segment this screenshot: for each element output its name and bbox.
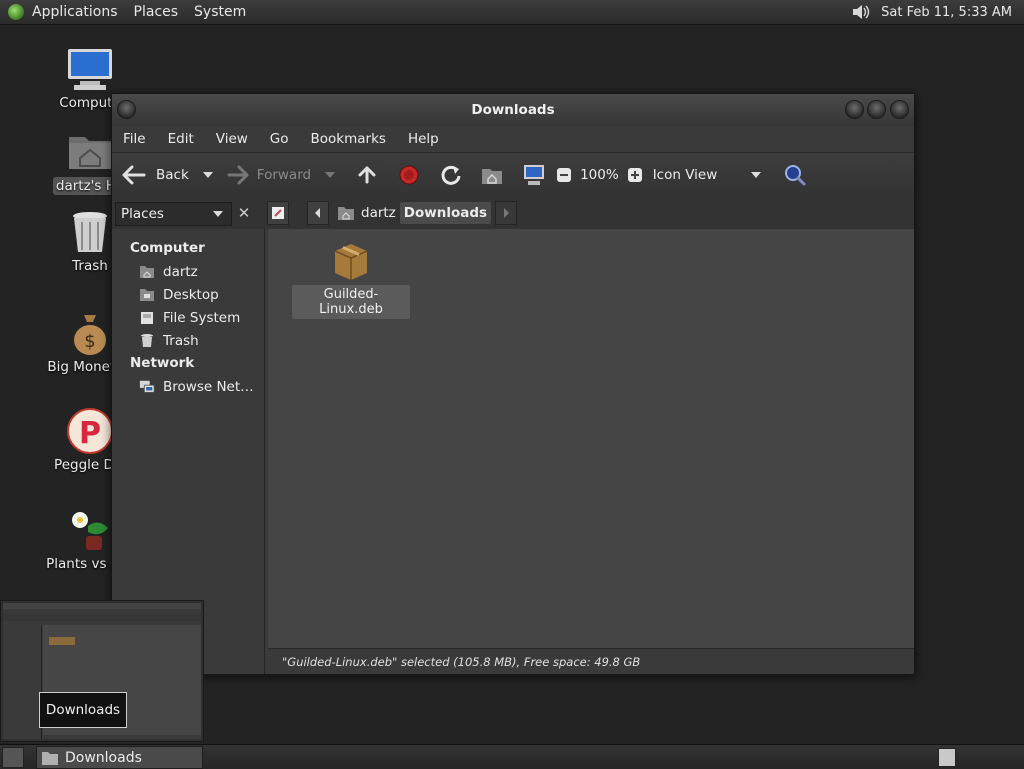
breadcrumb-label: dartz xyxy=(361,205,396,221)
sidebar-item-label: Trash xyxy=(163,332,199,349)
sidebar-heading-computer: Computer xyxy=(130,240,205,256)
top-menu: Applications Places System xyxy=(24,4,254,20)
desktop-folder-icon xyxy=(139,287,155,303)
sidebar-item-browse-network[interactable]: Browse Net… xyxy=(112,375,264,398)
breadcrumb-scroll-right[interactable] xyxy=(495,201,518,225)
up-arrow-icon[interactable] xyxy=(357,164,377,186)
close-sidebar-icon[interactable]: ✕ xyxy=(234,203,254,223)
breadcrumb-dartz[interactable]: dartz xyxy=(333,202,400,224)
home-icon[interactable] xyxy=(481,165,503,185)
zoom-out-icon[interactable] xyxy=(556,167,572,183)
pencil-icon xyxy=(272,207,284,219)
taskbar-button-downloads[interactable]: Downloads xyxy=(36,746,203,769)
breadcrumb-label: Downloads xyxy=(403,205,488,221)
places-menu[interactable]: Places xyxy=(126,4,187,20)
network-icon xyxy=(139,379,155,395)
file-item[interactable]: Guilded-Linux.deb xyxy=(292,241,410,319)
home-folder-icon xyxy=(139,264,155,280)
zoom-in-icon[interactable] xyxy=(627,167,643,183)
status-bar: "Guilded-Linux.deb" selected (105.8 MB),… xyxy=(268,648,914,674)
computer-icon xyxy=(66,45,114,93)
sidebar-item-label: File System xyxy=(163,309,241,326)
window-preview-thumbnail[interactable]: Downloads xyxy=(0,600,204,742)
file-manager-window: Downloads File Edit View Go Bookmarks He… xyxy=(111,93,915,675)
folder-icon xyxy=(41,750,59,766)
menu-file[interactable]: File xyxy=(112,131,157,147)
preview-tooltip: Downloads xyxy=(39,692,127,728)
taskbar-button-label: Downloads xyxy=(65,749,142,766)
menu-view[interactable]: View xyxy=(205,131,259,147)
system-menu[interactable]: System xyxy=(186,4,254,20)
search-icon[interactable] xyxy=(783,163,807,187)
sidebar-item-trash[interactable]: Trash xyxy=(112,329,264,352)
sidebar-item-label: Browse Net… xyxy=(163,378,254,395)
applications-menu[interactable]: Applications xyxy=(24,4,126,20)
close-button[interactable] xyxy=(890,100,909,119)
show-desktop-button[interactable] xyxy=(2,747,24,768)
minimize-button[interactable] xyxy=(845,100,864,119)
status-text: "Guilded-Linux.deb" selected (105.8 MB),… xyxy=(282,654,641,669)
chevron-right-icon xyxy=(504,208,510,218)
bottom-panel: Downloads xyxy=(0,744,1024,769)
places-dropdown-caret xyxy=(213,211,223,217)
package-icon xyxy=(331,241,371,281)
menu-help[interactable]: Help xyxy=(397,131,450,147)
sidebar-item-label: dartz xyxy=(163,263,198,280)
back-button[interactable]: Back xyxy=(122,164,189,186)
forward-button[interactable]: Forward xyxy=(227,164,311,186)
sidebar-item-filesystem[interactable]: File System xyxy=(112,306,264,329)
trash-icon xyxy=(139,333,155,349)
places-select-label: Places xyxy=(121,206,164,222)
sidebar-item-label: Desktop xyxy=(163,286,219,303)
workspace-switcher[interactable] xyxy=(938,748,956,767)
menu-edit[interactable]: Edit xyxy=(157,131,205,147)
svg-text:P: P xyxy=(79,416,101,451)
location-bar: Places ✕ dartz Downloads xyxy=(112,197,914,229)
volume-icon[interactable] xyxy=(851,3,871,21)
stop-icon[interactable] xyxy=(399,165,419,185)
zoom-level[interactable]: 100% xyxy=(580,167,619,183)
plants-icon xyxy=(66,506,114,554)
sidebar-heading-network: Network xyxy=(130,355,195,371)
window-title: Downloads xyxy=(471,102,555,118)
file-view[interactable]: Guilded-Linux.deb xyxy=(268,229,914,648)
peggle-icon: P xyxy=(66,407,114,455)
breadcrumb: dartz Downloads xyxy=(267,201,521,225)
menu-bookmarks[interactable]: Bookmarks xyxy=(300,131,397,147)
sidebar-item-dartz[interactable]: dartz xyxy=(112,260,264,283)
top-panel: Applications Places System Sat Feb 11, 5… xyxy=(0,0,1024,25)
money-bag-icon: $ xyxy=(66,309,114,357)
panel-tray: Sat Feb 11, 5:33 AM xyxy=(851,3,1024,21)
forward-history-dropdown[interactable] xyxy=(325,172,336,178)
svg-text:$: $ xyxy=(84,331,95,352)
back-label: Back xyxy=(156,167,189,183)
distro-logo-icon[interactable] xyxy=(8,4,24,20)
home-folder-icon xyxy=(337,205,355,221)
maximize-button[interactable] xyxy=(867,100,886,119)
window-menu-button[interactable] xyxy=(117,100,136,119)
toolbar: Back Forward 100% Icon View xyxy=(112,152,914,198)
forward-arrow-icon xyxy=(227,164,249,186)
back-arrow-icon xyxy=(122,164,148,186)
clock[interactable]: Sat Feb 11, 5:33 AM xyxy=(881,5,1012,20)
trash-icon xyxy=(66,208,114,256)
chevron-left-icon xyxy=(315,208,320,218)
menu-go[interactable]: Go xyxy=(259,131,300,147)
view-mode-select[interactable]: Icon View xyxy=(653,167,718,183)
breadcrumb-scroll-left[interactable] xyxy=(307,201,329,225)
sidebar-item-desktop[interactable]: Desktop xyxy=(112,283,264,306)
breadcrumb-downloads[interactable]: Downloads xyxy=(399,202,492,224)
sidebar-places-select[interactable]: Places xyxy=(115,202,232,226)
forward-label: Forward xyxy=(256,167,312,183)
view-mode-dropdown[interactable] xyxy=(751,172,762,178)
window-titlebar[interactable]: Downloads xyxy=(112,94,914,126)
back-history-dropdown[interactable] xyxy=(202,172,213,178)
menubar: File Edit View Go Bookmarks Help xyxy=(112,126,914,152)
drive-icon xyxy=(139,310,155,326)
reload-icon[interactable] xyxy=(440,164,462,186)
edit-location-button[interactable] xyxy=(267,201,289,225)
file-name: Guilded-Linux.deb xyxy=(292,285,410,319)
home-folder-icon xyxy=(66,127,114,175)
computer-icon[interactable] xyxy=(522,164,546,186)
